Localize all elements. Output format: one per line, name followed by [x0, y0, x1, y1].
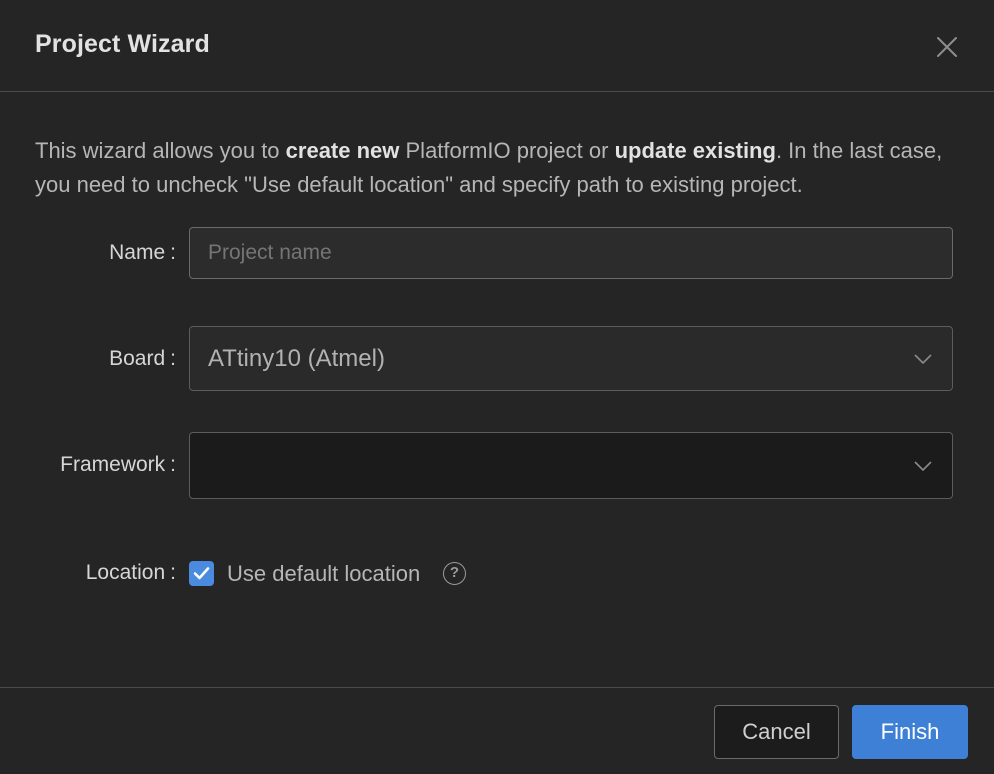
finish-button[interactable]: Finish [852, 705, 968, 759]
location-label: Location: [86, 561, 176, 585]
dialog-footer: Cancel Finish [0, 687, 994, 774]
label-colon: : [170, 453, 176, 476]
board-label-text: Board [109, 347, 166, 370]
framework-label: Framework: [60, 453, 176, 477]
board-select-value: ATtiny10 (Atmel) [208, 344, 385, 372]
cancel-button[interactable]: Cancel [714, 705, 839, 759]
framework-select[interactable] [189, 432, 953, 499]
dialog-title: Project Wizard [35, 30, 210, 58]
project-wizard-dialog: Project Wizard This wizard allows you to… [0, 0, 994, 774]
description-text: PlatformIO project or [399, 138, 615, 163]
location-label-text: Location [85, 561, 166, 584]
board-label: Board: [109, 347, 176, 371]
use-default-location-checkbox[interactable] [189, 561, 214, 586]
label-colon: : [170, 241, 176, 264]
description-bold-update: update existing [614, 138, 776, 163]
help-icon[interactable]: ? [443, 562, 466, 585]
chevron-down-icon [914, 460, 932, 471]
label-colon: : [170, 347, 176, 370]
close-button[interactable] [928, 28, 966, 66]
use-default-location-label[interactable]: Use default location [227, 561, 420, 587]
name-label: Name: [109, 241, 176, 265]
project-name-input[interactable] [189, 227, 953, 279]
wizard-description: This wizard allows you to create new Pla… [35, 134, 965, 202]
description-bold-create: create new [285, 138, 400, 163]
checkmark-icon [193, 567, 210, 580]
close-icon [937, 37, 957, 57]
description-text: This wizard allows you to [35, 138, 286, 163]
framework-label-text: Framework [60, 453, 166, 476]
board-select[interactable]: ATtiny10 (Atmel) [189, 326, 953, 391]
label-colon: : [170, 561, 176, 584]
name-label-text: Name [109, 241, 166, 264]
dialog-header: Project Wizard [0, 0, 994, 92]
chevron-down-icon [914, 353, 932, 364]
